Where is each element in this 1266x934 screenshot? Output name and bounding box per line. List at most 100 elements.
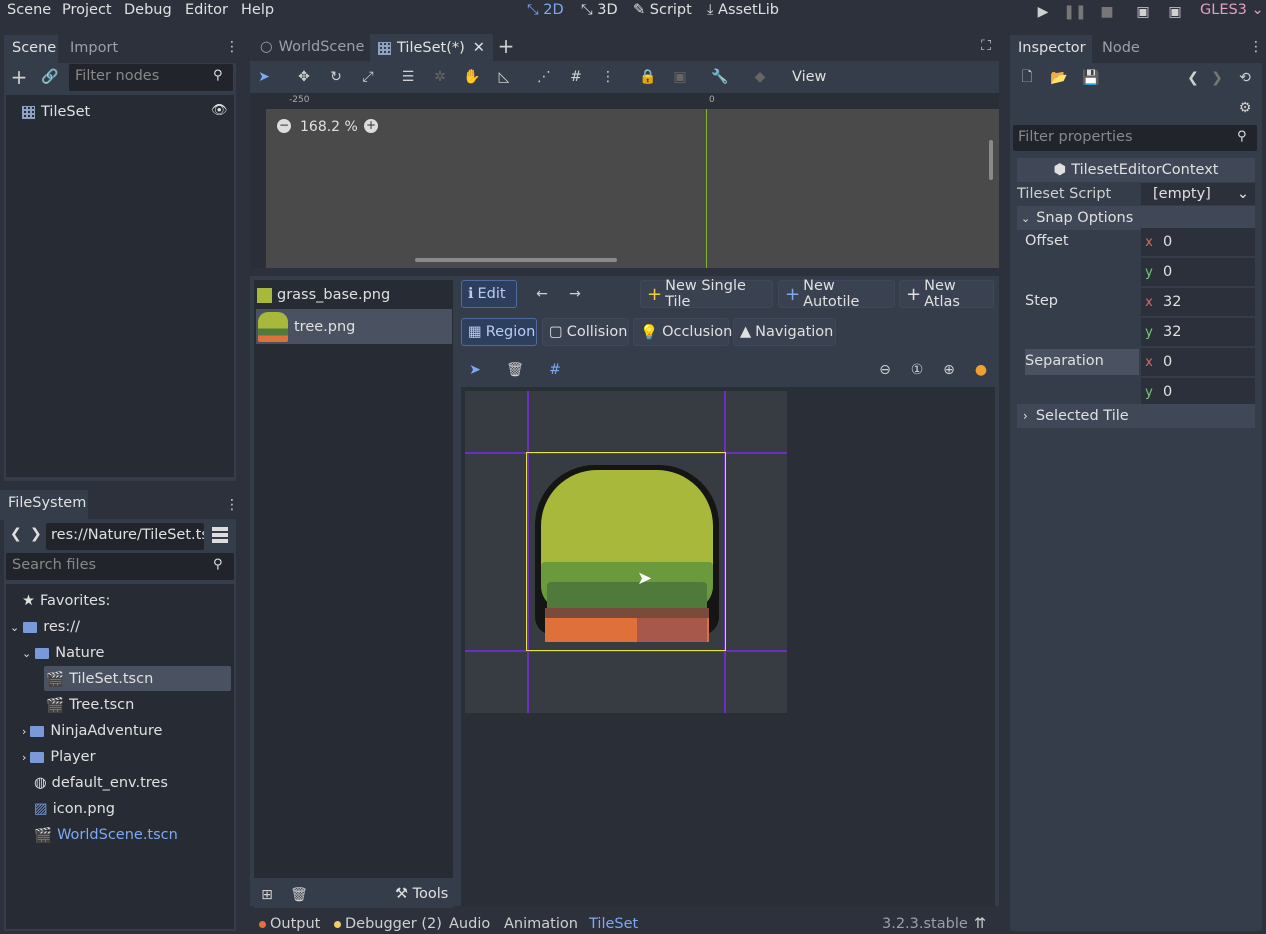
tab-import[interactable]: Import [62, 35, 126, 65]
filter-nodes-input[interactable]: Filter nodes [69, 64, 233, 91]
player-folder[interactable]: › Player [22, 744, 96, 770]
file-default-env[interactable]: ◍ default_env.tres [34, 770, 168, 796]
tools-menu[interactable]: ⚒ Tools [395, 886, 448, 902]
more-options-icon[interactable]: ⋮ [596, 65, 620, 89]
tileset-script-value[interactable]: [empty] ⌄ [1141, 183, 1255, 205]
zoom-in-icon[interactable]: + [364, 119, 378, 133]
camera-icon[interactable]: ◆ [748, 65, 772, 89]
h-scrollbar[interactable] [415, 258, 617, 262]
new-autotile-button[interactable]: + New Autotile [778, 278, 895, 310]
expand-panel-icon[interactable]: ⇈ [974, 916, 986, 932]
collision-tab[interactable]: ▢ Collision [542, 318, 629, 346]
delete-tile-icon[interactable]: 🗑 [503, 358, 527, 382]
step-y-field[interactable]: y 32 [1141, 318, 1255, 346]
add-node-icon[interactable]: + [7, 65, 31, 89]
offset-x-field[interactable]: x0 [1141, 228, 1255, 256]
split-mode-icon[interactable] [212, 527, 228, 543]
close-icon[interactable]: ✕ [473, 40, 485, 56]
add-tab-icon[interactable]: + [494, 34, 518, 58]
link-icon[interactable]: 🔗 [38, 65, 62, 89]
move-tool-icon[interactable]: ✥ [292, 65, 316, 89]
add-texture-icon[interactable]: ⊞ [255, 883, 279, 907]
res-folder[interactable]: ⌄ res:// [10, 614, 80, 640]
scene-node-tileset[interactable]: TileSet [22, 99, 90, 125]
tab-worldscene[interactable]: ○ WorldScene [254, 34, 370, 60]
tab-inspector[interactable]: Inspector [1010, 35, 1092, 65]
list-select-icon[interactable]: ☰ [396, 65, 420, 89]
stop-button[interactable]: ■ [1095, 0, 1119, 24]
ruler-tool-icon[interactable]: ◺ [492, 65, 516, 89]
mode-3d-button[interactable]: ⤡ 3D [581, 2, 618, 18]
fs-dock-menu-icon[interactable]: ⋮ [220, 493, 244, 517]
pan-tool-icon[interactable]: ✋ [460, 65, 484, 89]
history-back-icon[interactable]: ❮ [1181, 66, 1205, 90]
region-tab[interactable]: ▦ Region [461, 318, 537, 346]
offset-y-field[interactable]: y0 [1141, 258, 1255, 286]
warning-icon[interactable]: ● [969, 358, 993, 382]
scale-tool-icon[interactable]: ⤢ [356, 65, 380, 89]
debugger-tab[interactable]: Debugger (2) [334, 916, 442, 932]
occlusion-tab[interactable]: 💡 Occlusion [633, 318, 732, 346]
menu-help[interactable]: Help [241, 2, 274, 18]
file-worldscene[interactable]: 🎬 WorldScene.tscn [34, 822, 178, 848]
nature-folder[interactable]: ⌄ Nature [22, 640, 104, 666]
viewport-2d[interactable] [250, 93, 999, 268]
file-icon-png[interactable]: ▨ icon.png [34, 796, 115, 822]
view-menu[interactable]: View [792, 69, 826, 85]
play-scene-button[interactable]: ▣ [1131, 0, 1155, 24]
zoom-out-tile-icon[interactable]: ⊖ [873, 358, 897, 382]
play-button[interactable]: ▶ [1031, 0, 1055, 24]
texture-item-grass[interactable]: grass_base.png [257, 283, 390, 307]
prev-tile-icon[interactable]: ← [530, 282, 554, 306]
new-atlas-button[interactable]: + New Atlas [899, 278, 994, 310]
ninja-folder[interactable]: › NinjaAdventure [22, 718, 162, 744]
fullscreen-icon[interactable]: ⛶ [974, 34, 998, 58]
history-icon[interactable]: ⟲ [1233, 66, 1257, 90]
back-icon[interactable]: ❮ [10, 526, 22, 542]
object-properties-icon[interactable]: ⚙ [1233, 96, 1257, 120]
file-tree-tscn[interactable]: 🎬 Tree.tscn [46, 692, 134, 718]
lock-icon[interactable]: 🔒 [636, 65, 660, 89]
texture-item-tree[interactable]: tree.png [256, 309, 452, 344]
save-resource-icon[interactable]: 💾 [1079, 66, 1103, 90]
v-scrollbar[interactable] [989, 140, 993, 180]
menu-editor[interactable]: Editor [185, 2, 228, 18]
file-tileset-tscn[interactable]: 🎬 TileSet.tscn [46, 666, 153, 692]
grid-snap-tile-icon[interactable]: # [543, 358, 567, 382]
new-single-tile-button[interactable]: + New Single Tile [640, 278, 773, 310]
play-custom-scene-button[interactable]: ▣ [1163, 0, 1187, 24]
search-files-input[interactable]: Search files [6, 553, 234, 580]
next-tile-icon[interactable]: → [563, 282, 587, 306]
inspector-menu-icon[interactable]: ⋮ [1244, 35, 1266, 59]
tileset-bottom-tab[interactable]: TileSet [589, 916, 638, 932]
skeleton-icon[interactable]: 🔧 [708, 65, 732, 89]
filter-properties-input[interactable]: Filter properties [1013, 125, 1257, 151]
audio-tab[interactable]: Audio [449, 916, 490, 932]
pause-button[interactable]: ❚❚ [1063, 0, 1087, 24]
path-field[interactable]: res://Nature/TileSet.ts [46, 523, 204, 550]
dock-menu-icon[interactable]: ⋮ [220, 35, 244, 59]
forward-icon[interactable]: ❯ [30, 526, 42, 542]
history-forward-icon[interactable]: ❯ [1205, 66, 1229, 90]
group-icon[interactable]: ▣ [668, 65, 692, 89]
tab-filesystem[interactable]: FileSystem [0, 490, 88, 520]
pivot-icon[interactable]: ✲ [428, 65, 452, 89]
output-tab[interactable]: Output [259, 916, 320, 932]
snap-options-section[interactable]: ⌄ Snap Options [1017, 206, 1255, 230]
select-tool-icon[interactable]: ➤ [252, 65, 276, 89]
menu-scene[interactable]: Scene [7, 2, 51, 18]
menu-project[interactable]: Project [62, 2, 112, 18]
separation-y-field[interactable]: y0 [1141, 378, 1255, 406]
zoom-reset-icon[interactable]: ① [905, 358, 929, 382]
mode-2d-button[interactable]: ⤡ 2D [527, 2, 564, 18]
rotate-tool-icon[interactable]: ↻ [324, 65, 348, 89]
zoom-out-icon[interactable]: − [277, 119, 291, 133]
mode-script-button[interactable]: ✎ Script [633, 2, 692, 18]
new-resource-icon[interactable]: 🗋 [1015, 66, 1039, 90]
selected-tile-section[interactable]: › Selected Tile [1017, 404, 1255, 428]
tile-select-icon[interactable]: ➤ [463, 358, 487, 382]
open-resource-icon[interactable]: 📂 [1047, 66, 1071, 90]
separation-x-field[interactable]: x0 [1141, 348, 1255, 376]
smart-snap-icon[interactable]: ⋰ [532, 65, 556, 89]
navigation-tab[interactable]: ▲ Navigation [733, 318, 836, 346]
